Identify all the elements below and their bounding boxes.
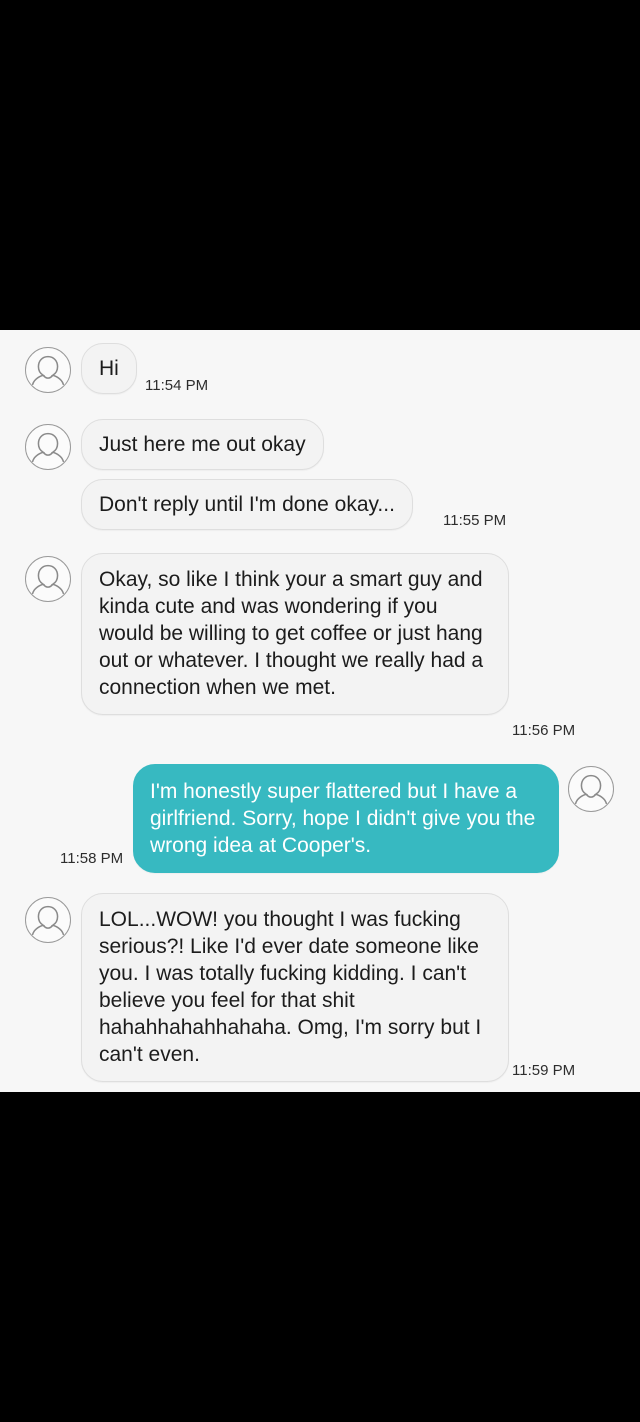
message-timestamp: 11:55 PM bbox=[443, 512, 507, 529]
message-timestamp: 11:58 PM bbox=[60, 850, 124, 867]
person-outline-icon bbox=[31, 432, 65, 463]
contact-avatar[interactable] bbox=[25, 424, 71, 470]
person-outline-icon bbox=[574, 774, 608, 805]
message-bubble-incoming[interactable]: Hi bbox=[81, 343, 137, 394]
message-bubble-incoming[interactable]: Just here me out okay bbox=[81, 419, 324, 470]
person-outline-icon bbox=[31, 905, 65, 936]
contact-avatar[interactable] bbox=[25, 556, 71, 602]
message-text: Don't reply until I'm done okay... bbox=[99, 493, 395, 516]
message-text: Just here me out okay bbox=[99, 433, 306, 456]
message-text: Hi bbox=[99, 357, 119, 380]
person-outline-icon bbox=[31, 355, 65, 386]
message-bubble-outgoing[interactable]: I'm honestly super flattered but I have … bbox=[133, 764, 559, 873]
contact-avatar[interactable] bbox=[25, 897, 71, 943]
contact-avatar[interactable] bbox=[25, 347, 71, 393]
message-bubble-incoming[interactable]: Okay, so like I think your a smart guy a… bbox=[81, 553, 509, 715]
message-bubble-incoming[interactable]: Don't reply until I'm done okay... bbox=[81, 479, 413, 530]
user-avatar[interactable] bbox=[568, 766, 614, 812]
message-text: LOL...WOW! you thought I was fucking ser… bbox=[99, 908, 482, 1066]
message-timestamp: 11:59 PM bbox=[512, 1062, 576, 1079]
message-text: Okay, so like I think your a smart guy a… bbox=[99, 568, 484, 699]
conversation-panel: Hi 11:54 PM Just here me out okay Don't … bbox=[0, 330, 640, 1092]
message-timestamp: 11:54 PM bbox=[145, 377, 209, 394]
message-text: I'm honestly super flattered but I have … bbox=[150, 780, 536, 857]
message-bubble-incoming[interactable]: LOL...WOW! you thought I was fucking ser… bbox=[81, 893, 509, 1082]
message-timestamp: 11:56 PM bbox=[512, 722, 576, 739]
person-outline-icon bbox=[31, 564, 65, 595]
